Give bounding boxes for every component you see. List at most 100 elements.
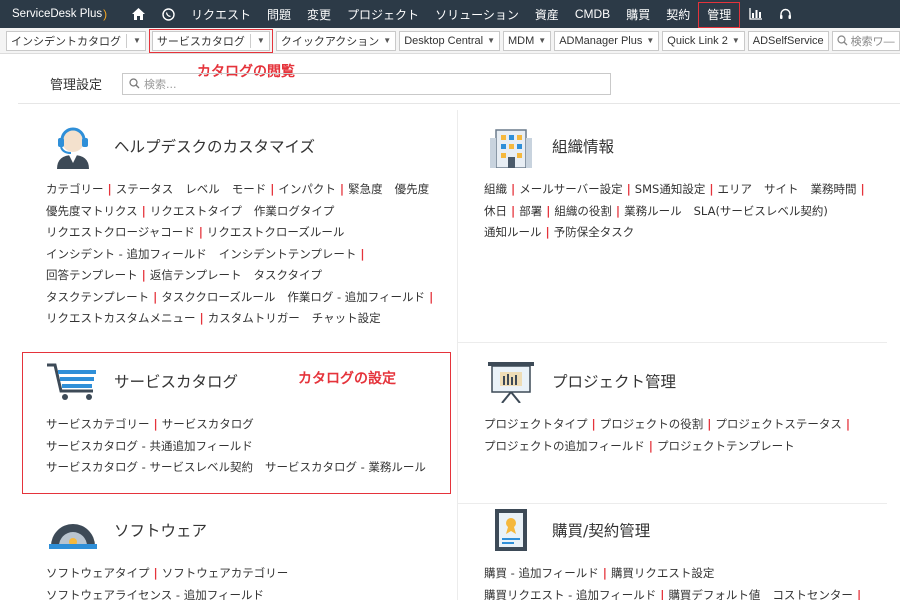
software-links: ソフトウェアタイプ | ソフトウェアカテゴリー ソフトウェアライセンス - 追加フィー… <box>46 563 288 600</box>
admin-setting-link[interactable]: 部署 <box>519 204 542 218</box>
admin-setting-link[interactable]: リクエストカスタムメニュー <box>46 311 196 325</box>
nav-changes[interactable]: 変更 <box>299 0 339 28</box>
nav-problems[interactable]: 問題 <box>259 0 299 28</box>
nav-solutions[interactable]: ソリューション <box>427 0 527 28</box>
admin-setting-link[interactable]: エリア <box>718 182 753 196</box>
nav-purchase[interactable]: 購買 <box>618 0 658 28</box>
quick-action-dropdown[interactable]: クイックアクション ▼ <box>275 30 397 51</box>
admin-setting-link[interactable]: ソフトウェアタイプ <box>46 566 150 580</box>
link-separator: | <box>626 182 631 196</box>
admin-setting-link[interactable]: サービスカタログ - 業務ルール <box>265 460 426 474</box>
admin-setting-link[interactable]: カテゴリー <box>46 182 104 196</box>
nav-admin[interactable]: 管理 <box>698 1 741 28</box>
admin-setting-link[interactable]: レベル <box>185 182 220 196</box>
admin-setting-link[interactable]: サービスカテゴリー <box>46 417 150 431</box>
desktop-central-dropdown[interactable]: Desktop Central ▼ <box>399 30 501 51</box>
nav-cmdb[interactable]: CMDB <box>567 0 618 28</box>
admin-setting-link[interactable]: 業務時間 <box>811 182 857 196</box>
admin-search-placeholder: 検索... <box>144 77 177 91</box>
nav-requests[interactable]: リクエスト <box>183 0 259 28</box>
toolbar-search-input[interactable]: 検索ワ― <box>831 30 900 51</box>
link-separator: | <box>339 182 345 196</box>
dropdown-separator <box>126 33 127 48</box>
admin-setting-link[interactable]: 購買リクエスト設定 <box>611 566 715 580</box>
whatsapp-icon[interactable] <box>153 0 183 28</box>
admin-setting-link[interactable]: SLA(サービスレベル契約) <box>694 204 828 218</box>
link-row: 休日 | 部署 | 組織の役割 | 業務ルール SLA(サービスレベル契約) <box>484 201 869 223</box>
admanager-dropdown[interactable]: ADManager Plus ▼ <box>554 30 660 51</box>
admin-setting-link[interactable]: ソフトウェアライセンス - 追加フィールド <box>46 588 264 600</box>
admin-setting-link[interactable]: 通知ルール <box>484 225 542 239</box>
adselfservice-link[interactable]: ADSelfService <box>747 30 829 51</box>
admin-setting-link[interactable]: カスタムトリガー <box>208 311 300 325</box>
home-icon[interactable] <box>123 0 153 28</box>
admin-setting-link[interactable]: 作業ログ - 追加フィールド <box>287 290 425 304</box>
admin-setting-link[interactable]: ステータス <box>116 182 174 196</box>
nav-projects[interactable]: プロジェクト <box>339 0 427 28</box>
admin-setting-link[interactable]: リクエストタイプ <box>150 204 242 218</box>
admin-setting-link[interactable]: プロジェクトの追加フィールド <box>484 439 645 453</box>
app-logo[interactable]: ServiceDesk Plus) <box>0 0 123 28</box>
admin-setting-link[interactable]: インシデント - 追加フィールド <box>46 247 207 261</box>
link-separator: | <box>856 587 862 600</box>
admin-setting-link[interactable]: プロジェクトテンプレート <box>657 439 795 453</box>
admin-setting-link[interactable]: タスクタイプ <box>254 268 323 282</box>
admin-setting-link[interactable]: 購買 - 追加フィールド <box>484 566 599 580</box>
admin-setting-link[interactable]: ソフトウェアカテゴリー <box>162 566 289 580</box>
top-navigation-bar: ServiceDesk Plus) リクエスト 問題 変更 プロジェクト ソリュ… <box>0 0 900 28</box>
column-divider <box>457 110 458 600</box>
admin-setting-link[interactable]: リクエストクローズルール <box>207 225 344 239</box>
admin-setting-link[interactable]: インパクト <box>278 182 336 196</box>
link-separator: | <box>660 587 665 600</box>
admin-setting-link[interactable]: 優先度 <box>395 182 430 196</box>
admanager-label: ADManager Plus <box>559 34 643 47</box>
link-separator: | <box>860 182 865 196</box>
admin-setting-link[interactable]: サービスカタログ - 共通追加フィールド <box>46 439 253 453</box>
admin-setting-link[interactable]: SMS通知設定 <box>635 182 706 196</box>
building-icon <box>484 122 538 170</box>
admin-setting-link[interactable]: チャット設定 <box>312 311 381 325</box>
panel-title: ヘルプデスクのカスタマイズ <box>114 138 316 156</box>
headset-icon[interactable] <box>770 0 800 28</box>
admin-setting-link[interactable]: 優先度マトリクス <box>46 204 138 218</box>
admin-setting-link[interactable]: 業務ルール <box>624 204 682 218</box>
admin-setting-link[interactable]: タスククローズルール <box>161 290 275 304</box>
admin-setting-link[interactable]: 組織の役割 <box>554 204 612 218</box>
admin-setting-link[interactable]: 購買デフォルト値 <box>668 588 760 600</box>
admin-setting-link[interactable]: サービスカタログ - サービスレベル契約 <box>46 460 253 474</box>
link-row: ソフトウェアライセンス - 追加フィールド <box>46 585 288 600</box>
admin-setting-link[interactable]: 緊急度 <box>348 182 383 196</box>
link-row: プロジェクトタイプ | プロジェクトの役割 | プロジェクトステータス | <box>484 414 854 436</box>
link-row: 回答テンプレート | 返信テンプレート タスクタイプ <box>46 265 437 287</box>
admin-setting-link[interactable]: モード <box>232 182 267 196</box>
admin-setting-link[interactable]: サービスカタログ <box>162 417 254 431</box>
admin-setting-link[interactable]: インシデントテンプレート <box>219 247 357 261</box>
admin-setting-link[interactable]: リクエストクロージャコード <box>46 225 195 239</box>
admin-setting-link[interactable]: プロジェクトの役割 <box>600 417 704 431</box>
admin-setting-link[interactable]: コストセンター <box>772 588 853 600</box>
admin-setting-link[interactable]: サイト <box>764 182 799 196</box>
nav-contracts[interactable]: 契約 <box>658 0 698 28</box>
admin-setting-link[interactable]: 組織 <box>484 182 507 196</box>
admin-setting-link[interactable]: 回答テンプレート <box>46 268 138 282</box>
admin-setting-link[interactable]: 作業ログタイプ <box>254 204 335 218</box>
admin-setting-link[interactable]: 休日 <box>484 204 507 218</box>
admin-setting-link[interactable]: 購買リクエスト - 追加フィールド <box>484 588 656 600</box>
chart-icon[interactable] <box>740 0 770 28</box>
incident-catalog-dropdown[interactable]: インシデントカタログ ▼ <box>6 30 146 51</box>
admin-setting-link[interactable]: 返信テンプレート <box>150 268 242 282</box>
admin-setting-link[interactable]: プロジェクトタイプ <box>484 417 588 431</box>
link-separator: | <box>511 203 516 218</box>
link-separator: | <box>707 417 712 431</box>
admin-setting-link[interactable]: メールサーバー設定 <box>519 182 622 196</box>
nav-assets[interactable]: 資産 <box>527 0 567 28</box>
presentation-board-icon <box>484 357 538 405</box>
mdm-dropdown[interactable]: MDM ▼ <box>503 30 552 51</box>
admin-setting-link[interactable]: プロジェクトステータス <box>715 417 842 431</box>
admin-setting-link[interactable]: タスクテンプレート <box>46 290 149 304</box>
admin-setting-link[interactable]: 予防保全タスク <box>554 225 635 239</box>
quick-link-2-dropdown[interactable]: Quick Link 2 ▼ <box>662 30 745 51</box>
admin-search-input[interactable]: 検索... <box>122 72 612 95</box>
service-catalog-dropdown[interactable]: サービスカタログ ▼ <box>151 30 270 51</box>
link-separator: | <box>429 289 434 304</box>
